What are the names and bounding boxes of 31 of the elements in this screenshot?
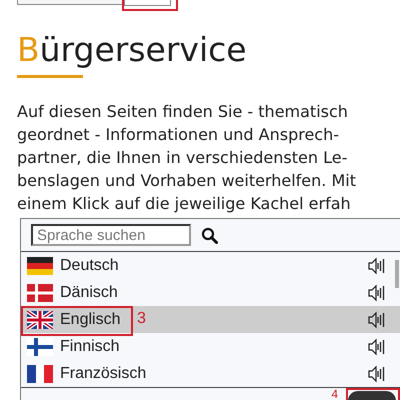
speaker-icon[interactable] xyxy=(368,284,386,302)
language-label: Finnisch xyxy=(60,338,120,356)
intro-paragraph: Auf diesen Seiten finden Sie - thematisch geordnet - Informationen und Ansprech- partner, die Ihnen in verschiedensten Le- benslagen und Vorhaben weiterhelfen. Mit einem Klick auf die jeweilige Kachel erfah xyxy=(17,101,357,215)
step-number: 3 xyxy=(137,310,146,328)
flag-icon xyxy=(27,310,53,328)
language-item[interactable]: Englisch 3 xyxy=(21,306,400,333)
scrollbar[interactable] xyxy=(395,260,399,288)
speaker-icon[interactable] xyxy=(368,256,386,274)
language-item[interactable]: Französisch xyxy=(21,360,400,387)
search-icon[interactable] xyxy=(201,226,218,244)
flag-icon xyxy=(27,338,53,356)
flag-icon xyxy=(27,284,53,302)
step-number: 4 xyxy=(331,388,338,400)
language-label: Englisch xyxy=(60,310,120,328)
language-item[interactable]: Dänisch xyxy=(21,279,400,306)
language-item[interactable]: Finnisch xyxy=(21,333,400,360)
language-label: Deutsch xyxy=(60,256,119,274)
text-field[interactable] xyxy=(17,0,123,5)
speaker-icon[interactable] xyxy=(368,364,386,382)
flag-icon xyxy=(27,364,53,382)
page-heading: Bürgerservice xyxy=(17,30,248,70)
search-field[interactable]: Sprache suchen xyxy=(31,224,191,246)
language-label: Dänisch xyxy=(60,284,118,302)
heading-underline xyxy=(17,75,83,78)
button[interactable] xyxy=(124,0,171,6)
language-label: Französisch xyxy=(60,364,146,382)
language-item[interactable]: Deutsch xyxy=(21,252,400,279)
speaker-icon[interactable] xyxy=(368,338,386,356)
flag-icon xyxy=(27,256,53,274)
speaker-icon[interactable] xyxy=(368,310,386,328)
highlight-frame xyxy=(122,0,178,11)
